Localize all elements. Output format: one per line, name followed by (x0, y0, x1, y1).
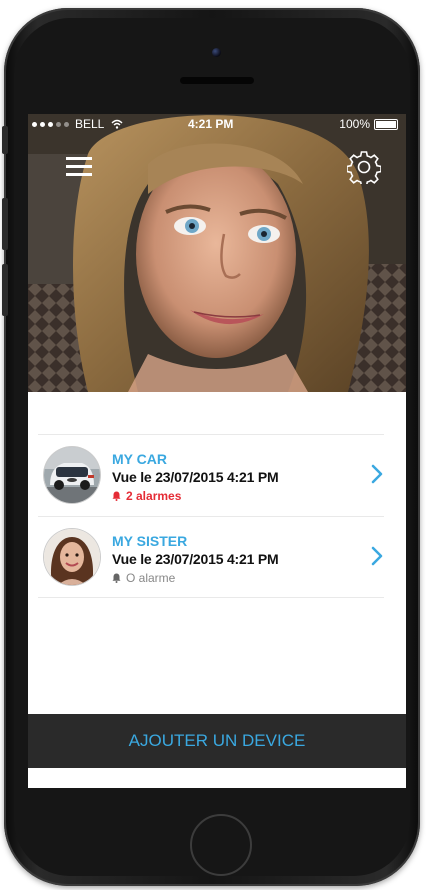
alarm-count: 2 alarmes (126, 489, 182, 503)
status-bar: BELL 4:21 PM 100% (28, 114, 406, 136)
add-device-button[interactable]: AJOUTER UN DEVICE (28, 714, 406, 768)
signal-dot-3 (48, 121, 53, 127)
signal-dot-4 (56, 121, 61, 127)
volume-down-button (2, 264, 8, 316)
volume-up-button (2, 198, 8, 250)
last-seen-text: Vue le 23/07/2015 4:21 PM (112, 551, 279, 567)
device-row-my-sister[interactable]: MY SISTER Vue le 23/07/2015 4:21 PM O al… (38, 516, 384, 598)
status-time: 4:21 PM (188, 117, 234, 131)
device-row-my-car[interactable]: MY CAR Vue le 23/07/2015 4:21 PM 2 alarm… (38, 434, 384, 515)
car-avatar (44, 447, 100, 503)
bell-icon (112, 491, 121, 501)
signal-dot-2 (40, 121, 45, 127)
gear-icon[interactable] (347, 150, 381, 184)
chevron-right-icon[interactable] (370, 463, 384, 485)
signal-indicator: BELL (32, 117, 123, 131)
profile-photo: BELL 4:21 PM 100% (28, 114, 406, 392)
battery-icon (374, 118, 398, 130)
hamburger-menu-icon[interactable] (66, 156, 92, 178)
alarm-status: 2 alarmes (112, 489, 181, 503)
add-device-label: AJOUTER UN DEVICE (128, 731, 306, 750)
car-image (44, 447, 100, 503)
sister-image (44, 529, 100, 585)
mute-switch (2, 126, 8, 154)
battery-indicator: 100% (339, 117, 398, 131)
battery-percent: 100% (339, 117, 370, 131)
alarm-count: O alarme (126, 571, 176, 585)
screen-bottom-area (28, 768, 406, 788)
earpiece-speaker (180, 77, 254, 84)
signal-dot-5 (64, 121, 69, 127)
home-button[interactable] (190, 814, 252, 876)
sister-avatar (44, 529, 100, 585)
device-name: MY SISTER (112, 533, 188, 549)
last-seen-text: Vue le 23/07/2015 4:21 PM (112, 469, 279, 485)
front-camera (212, 48, 221, 57)
wifi-icon (111, 119, 123, 129)
bell-icon (112, 573, 121, 583)
chevron-right-icon[interactable] (370, 545, 384, 567)
alarm-status: O alarme (112, 571, 175, 585)
device-list: MY CAR Vue le 23/07/2015 4:21 PM 2 alarm… (28, 392, 406, 714)
device-name: MY CAR (112, 451, 167, 467)
app-screen: BELL 4:21 PM 100% MY CAR Vue le 23/07/20… (28, 114, 406, 788)
signal-dot-1 (32, 121, 37, 127)
carrier-label: BELL (75, 117, 105, 131)
